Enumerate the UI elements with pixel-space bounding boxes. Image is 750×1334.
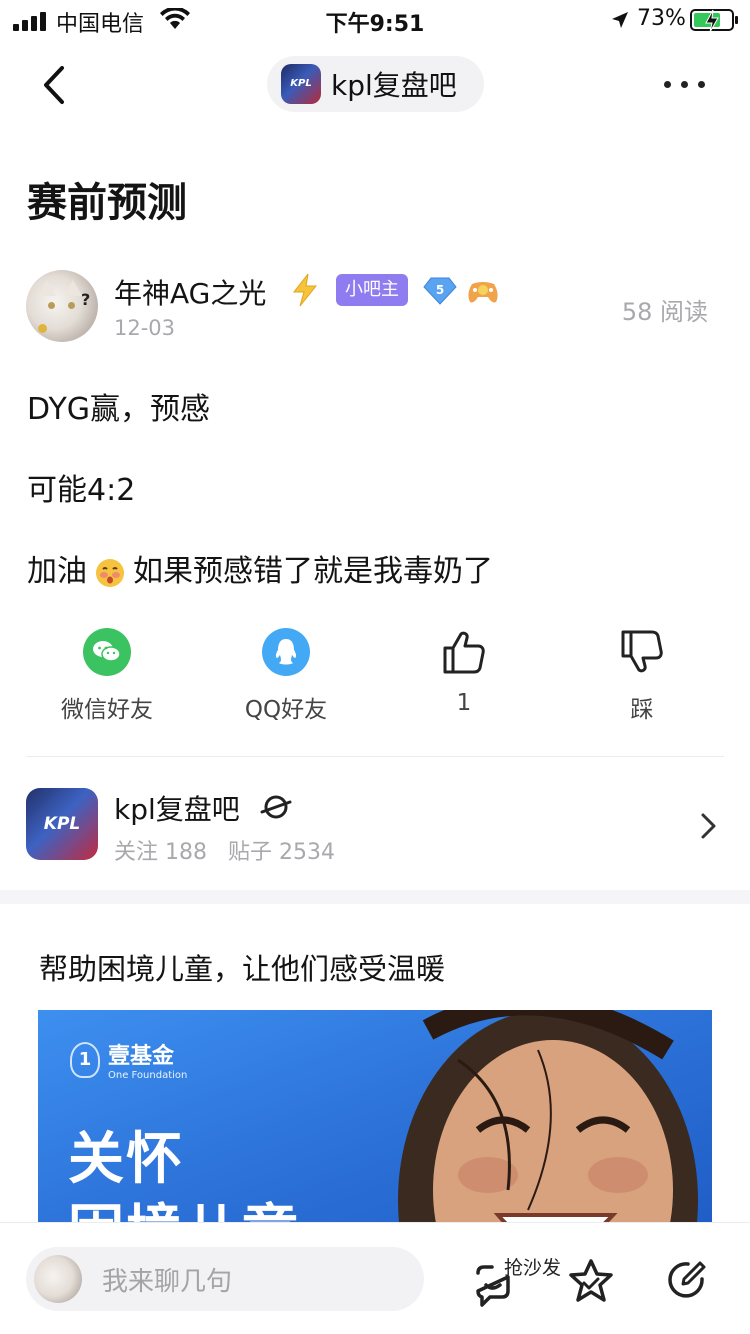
lightning-icon: [288, 272, 322, 312]
user-avatar: [34, 1255, 82, 1303]
bottom-bar: 我来聊几句 抢沙发: [0, 1222, 750, 1334]
like-button[interactable]: 1: [389, 628, 539, 716]
back-chevron-icon[interactable]: [36, 62, 76, 108]
chevron-right-icon: [700, 812, 718, 844]
forum-stats: 关注 188 贴子 2534: [114, 834, 349, 866]
wechat-icon: [83, 628, 131, 676]
dislike-label: 踩: [630, 697, 654, 723]
content-line: 加油 如果预感错了就是我毒奶了: [27, 552, 723, 592]
share-wechat-label: 微信好友: [61, 697, 153, 723]
hot-face-emoji: [93, 555, 127, 589]
child-photo: [338, 1010, 712, 1222]
gamepad-icon: [466, 278, 500, 310]
thumbs-down-icon: [618, 628, 666, 676]
like-count: 1: [456, 690, 472, 716]
battery-percent: 73%: [637, 6, 686, 31]
share-qq-label: QQ好友: [244, 697, 328, 723]
edit-icon[interactable]: [664, 1257, 710, 1307]
ad-headline: 困境儿童: [68, 1186, 300, 1222]
dislike-button[interactable]: 踩: [567, 628, 717, 724]
forum-follow-count: 关注 188: [114, 840, 207, 865]
battery-charging-icon: [690, 9, 738, 33]
planet-icon: [260, 792, 292, 826]
post-content: DYG赢，预感 可能4:2 加油 如果预感错了就是我毒奶了: [27, 390, 723, 633]
more-dots-icon[interactable]: [664, 72, 714, 96]
post-date: 12-03: [114, 316, 176, 340]
forum-post-count: 贴子 2534: [228, 840, 335, 865]
ad-banner[interactable]: 1 壹基金 One Foundation 关怀 困境儿童: [38, 1010, 712, 1222]
divider: [26, 756, 724, 757]
content-line: DYG赢，预感: [27, 392, 211, 427]
sofa-label: 抢沙发: [504, 1257, 562, 1279]
one-foundation-logo: 1 壹基金 One Foundation: [70, 1038, 187, 1081]
share-row: 微信好友 QQ好友 1 踩: [0, 628, 750, 724]
share-wechat-button[interactable]: 微信好友: [32, 628, 182, 724]
comment-button[interactable]: 抢沙发: [470, 1253, 570, 1313]
location-arrow-icon: [610, 10, 630, 34]
author-name[interactable]: 年神AG之光: [114, 272, 266, 312]
section-gap: [0, 890, 750, 904]
bar-name: kpl复盘吧: [331, 69, 457, 102]
owner-badge: 小吧主: [336, 274, 408, 306]
bar-title-pill[interactable]: KPL kpl复盘吧: [267, 56, 484, 112]
read-count: 58 阅读: [621, 298, 708, 326]
forum-logo: KPL: [26, 788, 98, 860]
diamond-level-icon: 5: [422, 276, 458, 310]
bar-logo: KPL: [281, 64, 321, 104]
content-line: 可能4:2: [27, 473, 136, 508]
reply-input[interactable]: 我来聊几句: [26, 1247, 424, 1311]
content-text: 如果预感错了就是我毒奶了: [133, 554, 493, 589]
author-row: ? 年神AG之光 小吧主 5 12-03 58 阅读: [26, 268, 716, 348]
thumbs-up-icon: [440, 628, 488, 676]
ad-headline: 关怀: [68, 1127, 184, 1192]
svg-text:5: 5: [436, 283, 444, 297]
qq-icon: [262, 628, 310, 676]
forum-name: kpl复盘吧: [114, 793, 240, 826]
post-title: 赛前预测: [27, 180, 187, 226]
ad-title[interactable]: 帮助困境儿童，让他们感受温暖: [39, 946, 445, 988]
nav-bar: KPL kpl复盘吧: [0, 50, 750, 120]
status-bar: 中国电信 下午9:51 73%: [0, 0, 750, 42]
forum-card[interactable]: KPL kpl复盘吧 关注 188 贴子 2534: [0, 776, 750, 876]
favorite-star-icon[interactable]: [566, 1257, 616, 1309]
share-qq-button[interactable]: QQ好友: [211, 628, 361, 724]
reply-placeholder: 我来聊几句: [102, 1267, 233, 1297]
author-avatar[interactable]: ?: [26, 270, 98, 342]
content-text: 加油: [27, 554, 87, 589]
